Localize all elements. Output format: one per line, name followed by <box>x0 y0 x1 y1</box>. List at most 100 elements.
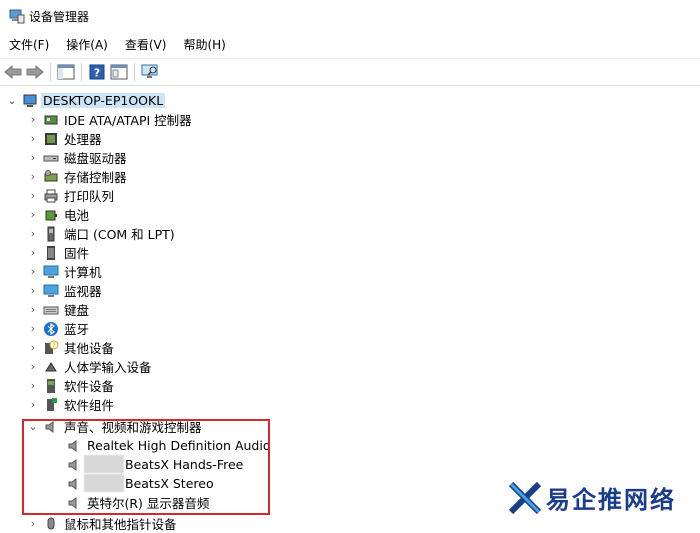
storage-controller-icon <box>43 169 59 185</box>
tree-item-label: 电池 <box>64 208 90 223</box>
menu-view[interactable]: 查看(V) <box>116 34 175 56</box>
menu-action[interactable]: 操作(A) <box>57 34 116 56</box>
tree-item-label: 固件 <box>64 246 90 261</box>
console-tree-icon <box>57 64 75 80</box>
tree-item-monitor[interactable]: › 监视器 <box>27 281 102 300</box>
tree-item-label: 蓝牙 <box>64 322 90 337</box>
chevron-right-icon[interactable]: › <box>27 319 39 338</box>
back-button[interactable] <box>2 61 24 83</box>
watermark-logo-icon <box>508 481 542 514</box>
svg-text:?: ? <box>52 341 56 349</box>
properties-button[interactable] <box>108 61 130 83</box>
tree-item-disk[interactable]: › 磁盘驱动器 <box>27 148 127 167</box>
tree-item-label: 其他设备 <box>64 341 115 356</box>
printer-icon <box>43 188 59 204</box>
toolbar-separator <box>81 63 82 81</box>
tree-item-label: 存储控制器 <box>64 170 127 185</box>
window-title: 设备管理器 <box>29 9 90 24</box>
tree-item-keyboard[interactable]: › 键盘 <box>27 300 89 319</box>
scan-monitor-icon <box>141 64 158 78</box>
tree-item-other-devices[interactable]: › ? 其他设备 <box>27 338 114 357</box>
disk-drive-icon <box>43 150 59 166</box>
chevron-right-icon[interactable]: › <box>27 205 39 224</box>
forward-arrow-icon <box>26 65 44 79</box>
show-hide-console-tree-button[interactable] <box>55 61 77 83</box>
tree-item-label: 端口 (COM 和 LPT) <box>64 227 175 242</box>
software-device-icon <box>43 378 59 394</box>
tree-item-firmware[interactable]: › 固件 <box>27 243 89 262</box>
scan-hardware-button[interactable] <box>139 61 161 83</box>
chevron-right-icon[interactable]: › <box>27 357 39 376</box>
tree-item-storage[interactable]: › 存储控制器 <box>27 167 127 186</box>
tree-item-battery[interactable]: › 电池 <box>27 205 89 224</box>
menu-help[interactable]: 帮助(H) <box>174 34 233 56</box>
tree-item-label: 人体学输入设备 <box>64 360 152 375</box>
tree-item-label: 软件设备 <box>64 379 115 394</box>
bluetooth-icon <box>43 321 59 337</box>
forward-button[interactable] <box>24 61 46 83</box>
menu-file[interactable]: 文件(F) <box>0 34 57 56</box>
tree-item-label: 监视器 <box>64 284 102 299</box>
battery-icon <box>43 207 59 223</box>
tree-item-label: 鼠标和其他指针设备 <box>64 517 177 532</box>
tree-item-bluetooth[interactable]: › 蓝牙 <box>27 319 89 338</box>
chevron-right-icon[interactable]: › <box>27 281 39 300</box>
menu-bar: 文件(F) 操作(A) 查看(V) 帮助(H) <box>0 34 700 56</box>
back-arrow-icon <box>4 65 22 79</box>
tree-item-ports[interactable]: › 端口 (COM 和 LPT) <box>27 224 175 243</box>
watermark: 易企推网络 <box>508 480 676 515</box>
tree-item-label: IDE ATA/ATAPI 控制器 <box>64 113 192 128</box>
chevron-right-icon[interactable]: › <box>27 243 39 262</box>
tree-item-label: 处理器 <box>64 132 102 147</box>
tree-root-label: DESKTOP-EP1OOKL <box>41 93 166 108</box>
tree-item-label: 计算机 <box>64 265 102 280</box>
chevron-right-icon[interactable]: › <box>27 186 39 205</box>
tree-item-software-device[interactable]: › 软件设备 <box>27 376 114 395</box>
toolbar: ? <box>0 58 700 86</box>
highlight-box <box>22 419 270 515</box>
tree-item-label: 磁盘驱动器 <box>64 151 127 166</box>
chevron-right-icon[interactable]: › <box>27 395 39 414</box>
chevron-right-icon[interactable]: › <box>27 514 39 533</box>
other-devices-icon: ? <box>43 340 59 356</box>
processor-icon <box>43 131 59 147</box>
chevron-right-icon[interactable]: › <box>27 167 39 186</box>
tree-item-label: 键盘 <box>64 303 90 318</box>
chevron-right-icon[interactable]: › <box>27 300 39 319</box>
tree-item-software-component[interactable]: › 软件组件 <box>27 395 114 414</box>
software-component-icon <box>43 397 59 413</box>
expand-chevron-icon[interactable]: ⌄ <box>6 91 18 110</box>
properties-icon <box>110 64 128 80</box>
computer-icon <box>43 264 59 280</box>
chevron-right-icon[interactable]: › <box>27 376 39 395</box>
hid-icon <box>43 359 59 375</box>
help-button[interactable]: ? <box>86 61 108 83</box>
tree-root[interactable]: ⌄ DESKTOP-EP1OOKL <box>6 91 166 110</box>
help-icon: ? <box>89 64 105 80</box>
tree-item-computer[interactable]: › 计算机 <box>27 262 102 281</box>
chevron-right-icon[interactable]: › <box>27 129 39 148</box>
tree-item-ide[interactable]: › IDE ATA/ATAPI 控制器 <box>27 110 192 129</box>
tree-item-mouse[interactable]: › 鼠标和其他指针设备 <box>27 514 177 533</box>
toolbar-separator <box>50 63 51 81</box>
tree-item-hid[interactable]: › 人体学输入设备 <box>27 357 152 376</box>
chevron-right-icon[interactable]: › <box>27 110 39 129</box>
monitor-icon <box>43 283 59 299</box>
svg-text:?: ? <box>94 67 100 80</box>
mouse-icon <box>43 516 59 532</box>
firmware-icon <box>43 245 59 261</box>
watermark-text: 易企推网络 <box>546 485 676 514</box>
toolbar-separator <box>134 63 135 81</box>
computer-icon <box>22 93 38 109</box>
tree-item-processor[interactable]: › 处理器 <box>27 129 102 148</box>
title-bar: 设备管理器 <box>0 0 700 32</box>
port-icon <box>43 226 59 242</box>
tree-item-print-queue[interactable]: › 打印队列 <box>27 186 114 205</box>
ide-controller-icon <box>43 112 59 128</box>
tree-item-label: 打印队列 <box>64 189 115 204</box>
chevron-right-icon[interactable]: › <box>27 338 39 357</box>
chevron-right-icon[interactable]: › <box>27 262 39 281</box>
chevron-right-icon[interactable]: › <box>27 224 39 243</box>
chevron-right-icon[interactable]: › <box>27 148 39 167</box>
device-manager-icon <box>9 9 25 24</box>
